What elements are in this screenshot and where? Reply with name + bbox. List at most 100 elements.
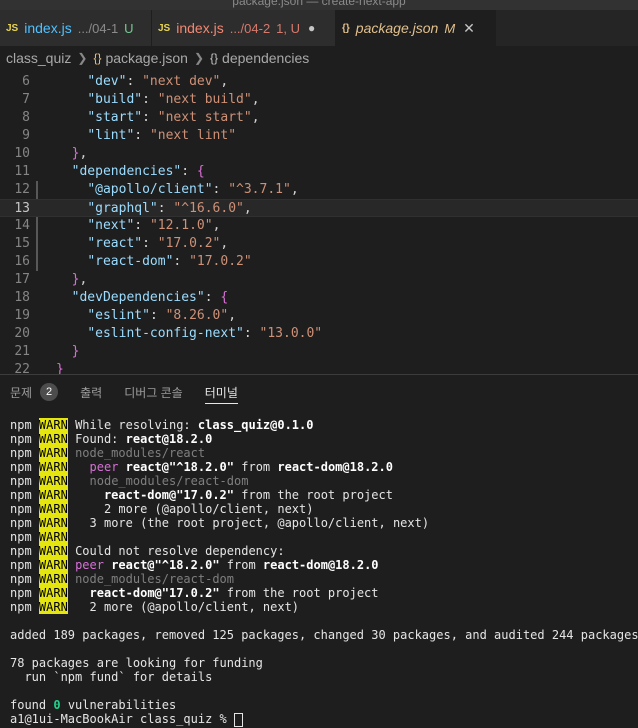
code-text: "@apollo/client": "^3.7.1", bbox=[87, 182, 299, 197]
tab-package-json[interactable]: {} package.json M ✕ bbox=[336, 10, 496, 46]
term-text: added 189 packages, removed 125 packages… bbox=[10, 628, 638, 642]
npm-tag: npm bbox=[10, 544, 32, 558]
code-text: }, bbox=[71, 272, 88, 287]
warn-tag: WARN bbox=[38, 516, 68, 530]
terminal-line: npm WARN peer react@"^18.2.0" from react… bbox=[10, 460, 393, 474]
npm-tag: npm bbox=[10, 558, 32, 572]
line-number: 19 bbox=[14, 308, 30, 323]
code-line[interactable]: 17 }, bbox=[0, 271, 638, 289]
line-number: 11 bbox=[14, 164, 30, 179]
json-file-icon: {} bbox=[93, 51, 102, 65]
line-number: 22 bbox=[14, 362, 30, 374]
line-number: 14 bbox=[14, 218, 30, 233]
code-line[interactable]: 13 "graphql": "^16.6.0", bbox=[0, 199, 638, 217]
npm-tag: npm bbox=[10, 474, 32, 488]
npm-tag: npm bbox=[10, 432, 32, 446]
window-title: package.json — create-next-app bbox=[232, 0, 406, 8]
npm-tag: npm bbox=[10, 586, 32, 600]
code-text: "lint": "next lint" bbox=[87, 128, 237, 143]
tab-label: index.js bbox=[24, 20, 72, 36]
tab-git-status: M bbox=[444, 20, 456, 36]
warn-tag: WARN bbox=[38, 488, 68, 502]
code-line[interactable]: 16 "react-dom": "17.0.2" bbox=[0, 253, 638, 271]
term-text: Could not resolve dependency: bbox=[75, 544, 285, 558]
line-number: 18 bbox=[14, 290, 30, 305]
term-text: While resolving: bbox=[75, 418, 198, 432]
window-title-bar: package.json — create-next-app bbox=[0, 0, 638, 10]
code-line[interactable]: 20 "eslint-config-next": "13.0.0" bbox=[0, 325, 638, 343]
npm-tag: npm bbox=[10, 488, 32, 502]
code-line[interactable]: 8 "start": "next start", bbox=[0, 109, 638, 127]
code-line[interactable]: 15 "react": "17.0.2", bbox=[0, 235, 638, 253]
terminal-line: 78 packages are looking for funding bbox=[10, 656, 263, 670]
line-number: 10 bbox=[14, 146, 30, 161]
terminal-output[interactable]: npm WARN While resolving: class_quiz@0.1… bbox=[10, 418, 638, 728]
npm-tag: npm bbox=[10, 572, 32, 586]
term-text: node_modules/react-dom bbox=[75, 572, 235, 586]
tab-label: package.json bbox=[355, 20, 439, 36]
term-text: 3 more (the root project, @apollo/client… bbox=[89, 516, 430, 530]
code-line[interactable]: 6 "dev": "next dev", bbox=[0, 73, 638, 91]
warn-tag: WARN bbox=[38, 586, 68, 600]
terminal-line: npm WARN 3 more (the root project, @apol… bbox=[10, 516, 429, 530]
code-line[interactable]: 18 "devDependencies": { bbox=[0, 289, 638, 307]
code-text: "react": "17.0.2", bbox=[87, 236, 229, 251]
code-text: } bbox=[71, 344, 80, 359]
tab-terminal[interactable]: 터미널 bbox=[204, 376, 238, 408]
warn-tag: WARN bbox=[38, 600, 68, 614]
code-line[interactable]: 10 }, bbox=[0, 145, 638, 163]
code-line[interactable]: 7 "build": "next build", bbox=[0, 91, 638, 109]
terminal-line: npm WARN Found: react@18.2.0 bbox=[10, 432, 212, 446]
tab-git-status: U bbox=[124, 20, 134, 36]
tab-index-js-04-2[interactable]: JS index.js .../04-2 1, U ● bbox=[152, 10, 336, 46]
problems-count-badge: 2 bbox=[40, 383, 59, 401]
code-line[interactable]: 12 "@apollo/client": "^3.7.1", bbox=[0, 181, 638, 199]
npm-tag: npm bbox=[10, 460, 32, 474]
breadcrumb-symbol[interactable]: dependencies bbox=[222, 50, 309, 66]
warn-tag: WARN bbox=[38, 572, 68, 586]
terminal-line: npm WARN peer react@"^18.2.0" from react… bbox=[10, 558, 379, 572]
close-icon[interactable]: ✕ bbox=[463, 20, 475, 37]
line-number: 6 bbox=[22, 74, 30, 89]
breadcrumb-file[interactable]: package.json bbox=[105, 50, 188, 66]
term-text: react-dom@"17.0.2" bbox=[89, 586, 220, 600]
unsaved-dot-icon[interactable]: ● bbox=[308, 21, 315, 35]
terminal-line: npm WARN react-dom@"17.0.2" from the roo… bbox=[10, 488, 393, 502]
tab-problems[interactable]: 문제 2 bbox=[10, 376, 59, 408]
code-line[interactable]: 9 "lint": "next lint" bbox=[0, 127, 638, 145]
term-text: 2 more (@apollo/client, next) bbox=[103, 502, 314, 516]
line-number: 9 bbox=[22, 128, 30, 143]
term-text: from bbox=[219, 558, 263, 572]
npm-tag: npm bbox=[10, 418, 32, 432]
terminal-line: npm WARN react-dom@"17.0.2" from the roo… bbox=[10, 586, 379, 600]
javascript-file-icon: JS bbox=[158, 22, 171, 34]
tab-index-js-04-1[interactable]: JS index.js .../04-1 U bbox=[0, 10, 152, 46]
json-file-icon: {} bbox=[342, 22, 350, 34]
term-text: react@18.2.0 bbox=[125, 432, 213, 446]
warn-tag: WARN bbox=[38, 474, 68, 488]
tab-debug-console[interactable]: 디버그 콘솔 bbox=[124, 376, 183, 408]
tab-output[interactable]: 출력 bbox=[80, 376, 102, 408]
terminal-line: added 189 packages, removed 125 packages… bbox=[10, 628, 638, 642]
line-number: 17 bbox=[14, 272, 30, 287]
terminal-line: npm WARN node_modules/react-dom bbox=[10, 474, 248, 488]
code-text: "dependencies": { bbox=[71, 164, 205, 179]
code-text: "eslint": "8.26.0", bbox=[87, 308, 237, 323]
code-line[interactable]: 14 "next": "12.1.0", bbox=[0, 217, 638, 235]
npm-tag: npm bbox=[10, 446, 32, 460]
breadcrumb-folder[interactable]: class_quiz bbox=[6, 50, 71, 66]
code-line[interactable]: 19 "eslint": "8.26.0", bbox=[0, 307, 638, 325]
terminal-prompt-line[interactable]: a1@1ui-MacBookAir class_quiz % bbox=[10, 712, 243, 727]
line-number: 8 bbox=[22, 110, 30, 125]
terminal-line: npm WARN 2 more (@apollo/client, next) bbox=[10, 600, 299, 614]
term-text: react@"^18.2.0" bbox=[111, 558, 220, 572]
code-editor[interactable]: 6 "dev": "next dev", 7 "build": "next bui… bbox=[0, 72, 638, 374]
code-line[interactable]: 21 } bbox=[0, 343, 638, 361]
code-line[interactable]: 22} bbox=[0, 361, 638, 374]
tab-path: .../04-1 bbox=[77, 20, 119, 36]
code-line[interactable]: 11 "dependencies": { bbox=[0, 163, 638, 181]
tab-output-label: 출력 bbox=[80, 385, 103, 400]
breadcrumb: class_quiz ❯ {} package.json ❯ {} depend… bbox=[0, 46, 638, 70]
term-text: class_quiz@0.1.0 bbox=[197, 418, 314, 432]
panel-tab-bar: 문제 2 출력 디버그 콘솔 터미널 bbox=[0, 376, 638, 408]
